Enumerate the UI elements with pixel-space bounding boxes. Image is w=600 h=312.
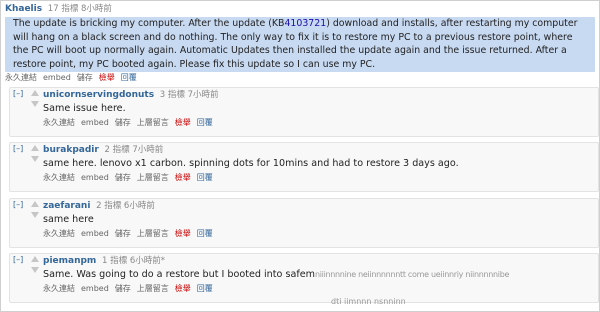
reply-link[interactable]: 回覆 — [197, 229, 213, 238]
comment-actions: 永久連結 embed 儲存 上層留言 檢舉 回覆 — [43, 117, 594, 129]
collapse-toggle[interactable]: [–] — [13, 199, 23, 211]
comment-text-start: The update is bricking my computer. Afte… — [13, 18, 285, 29]
embed-link[interactable]: embed — [43, 73, 71, 82]
report-link[interactable]: 檢舉 — [175, 229, 191, 238]
comment-author[interactable]: piemanpm — [43, 256, 96, 266]
child-comment: [–] zaefarani 2 指標 6小時前 same here 永久連結 em… — [9, 198, 599, 248]
save-link[interactable]: 儲存 — [115, 284, 131, 293]
embed-link[interactable]: embed — [81, 284, 109, 293]
reply-link[interactable]: 回覆 — [197, 118, 213, 127]
child-comment: [–] unicornservingdonuts 3 指標 7小時前 Same … — [9, 87, 599, 137]
comment-points: 1 指標 6小時前* — [102, 256, 165, 266]
comment-thread: Khaelis 17 指標 8小時前 The update is brickin… — [0, 0, 600, 312]
reply-link[interactable]: 回覆 — [197, 173, 213, 182]
comment-author[interactable]: zaefarani — [43, 201, 90, 211]
parent-link[interactable]: 上層留言 — [137, 118, 169, 127]
report-link[interactable]: 檢舉 — [99, 73, 115, 82]
collapse-toggle[interactable]: [–] — [13, 254, 23, 266]
downvote-icon[interactable] — [31, 101, 39, 107]
report-link[interactable]: 檢舉 — [175, 284, 191, 293]
child-comment: [–] burakpadir 2 指標 7小時前 same here. leno… — [9, 142, 599, 192]
comment-author[interactable]: burakpadir — [43, 145, 99, 155]
save-link[interactable]: 儲存 — [115, 118, 131, 127]
upvote-icon[interactable] — [31, 145, 39, 151]
downvote-icon[interactable] — [31, 212, 39, 218]
faded-text: niiinnnnine neiinnnnnntt come ueiinnriy … — [314, 270, 510, 279]
comment-points: 2 指標 7小時前 — [104, 145, 164, 155]
child-comment: [–] piemanpm 1 指標 6小時前* Same. Was going … — [9, 253, 599, 303]
comment-points: 3 指標 7小時前 — [159, 90, 219, 100]
comment-actions: 永久連結 embed 儲存 上層留言 檢舉 回覆 — [43, 172, 594, 184]
comment-meta: Khaelis 17 指標 8小時前 — [5, 3, 595, 16]
upvote-icon[interactable] — [31, 90, 39, 96]
downvote-icon[interactable] — [31, 156, 39, 162]
vote-arrows — [30, 201, 40, 218]
vote-arrows — [30, 145, 40, 162]
permalink-link[interactable]: 永久連結 — [43, 229, 75, 238]
faded-text: dti iimnnn nsnninn — [331, 297, 406, 306]
collapse-toggle[interactable]: [–] — [13, 88, 23, 100]
comment-actions: 永久連結 embed 儲存 上層留言 檢舉 回覆 — [43, 283, 594, 295]
save-link[interactable]: 儲存 — [115, 229, 131, 238]
parent-link[interactable]: 上層留言 — [137, 173, 169, 182]
save-link[interactable]: 儲存 — [77, 73, 93, 82]
save-link[interactable]: 儲存 — [115, 173, 131, 182]
reply-link[interactable]: 回覆 — [121, 73, 137, 82]
upvote-icon[interactable] — [31, 256, 39, 262]
comment-points: 17 指標 8小時前 — [47, 4, 112, 14]
comment-text: same here — [43, 214, 94, 225]
vote-arrows — [30, 256, 40, 273]
embed-link[interactable]: embed — [81, 118, 109, 127]
permalink-link[interactable]: 永久連結 — [43, 173, 75, 182]
comment-author[interactable]: Khaelis — [5, 4, 42, 14]
reply-link[interactable]: 回覆 — [197, 284, 213, 293]
parent-link[interactable]: 上層留言 — [137, 229, 169, 238]
comment-actions: 永久連結 embed 儲存 檢舉 回覆 — [5, 72, 595, 84]
parent-link[interactable]: 上層留言 — [137, 284, 169, 293]
comment-author[interactable]: unicornservingdonuts — [43, 90, 154, 100]
comment-text-main: Same. Was going to do a restore but I bo… — [43, 269, 315, 280]
collapse-toggle[interactable]: [–] — [13, 143, 23, 155]
permalink-link[interactable]: 永久連結 — [43, 118, 75, 127]
downvote-icon[interactable] — [31, 267, 39, 273]
comment-body: The update is bricking my computer. Afte… — [5, 17, 595, 72]
permalink-link[interactable]: 永久連結 — [43, 284, 75, 293]
embed-link[interactable]: embed — [81, 173, 109, 182]
report-link[interactable]: 檢舉 — [175, 118, 191, 127]
report-link[interactable]: 檢舉 — [175, 173, 191, 182]
comment-text: Same issue here. — [43, 103, 126, 114]
top-comment: Khaelis 17 指標 8小時前 The update is brickin… — [5, 3, 595, 84]
embed-link[interactable]: embed — [81, 229, 109, 238]
upvote-icon[interactable] — [31, 201, 39, 207]
comment-points: 2 指標 6小時前 — [96, 201, 155, 211]
vote-arrows — [30, 90, 40, 107]
permalink-link[interactable]: 永久連結 — [5, 73, 37, 82]
kb-link[interactable]: 4103721 — [284, 18, 326, 29]
comment-text: same here. lenovo x1 carbon. spinning do… — [43, 158, 459, 169]
comment-actions: 永久連結 embed 儲存 上層留言 檢舉 回覆 — [43, 228, 594, 240]
comment-text: Same. Was going to do a restore but I bo… — [43, 268, 594, 283]
